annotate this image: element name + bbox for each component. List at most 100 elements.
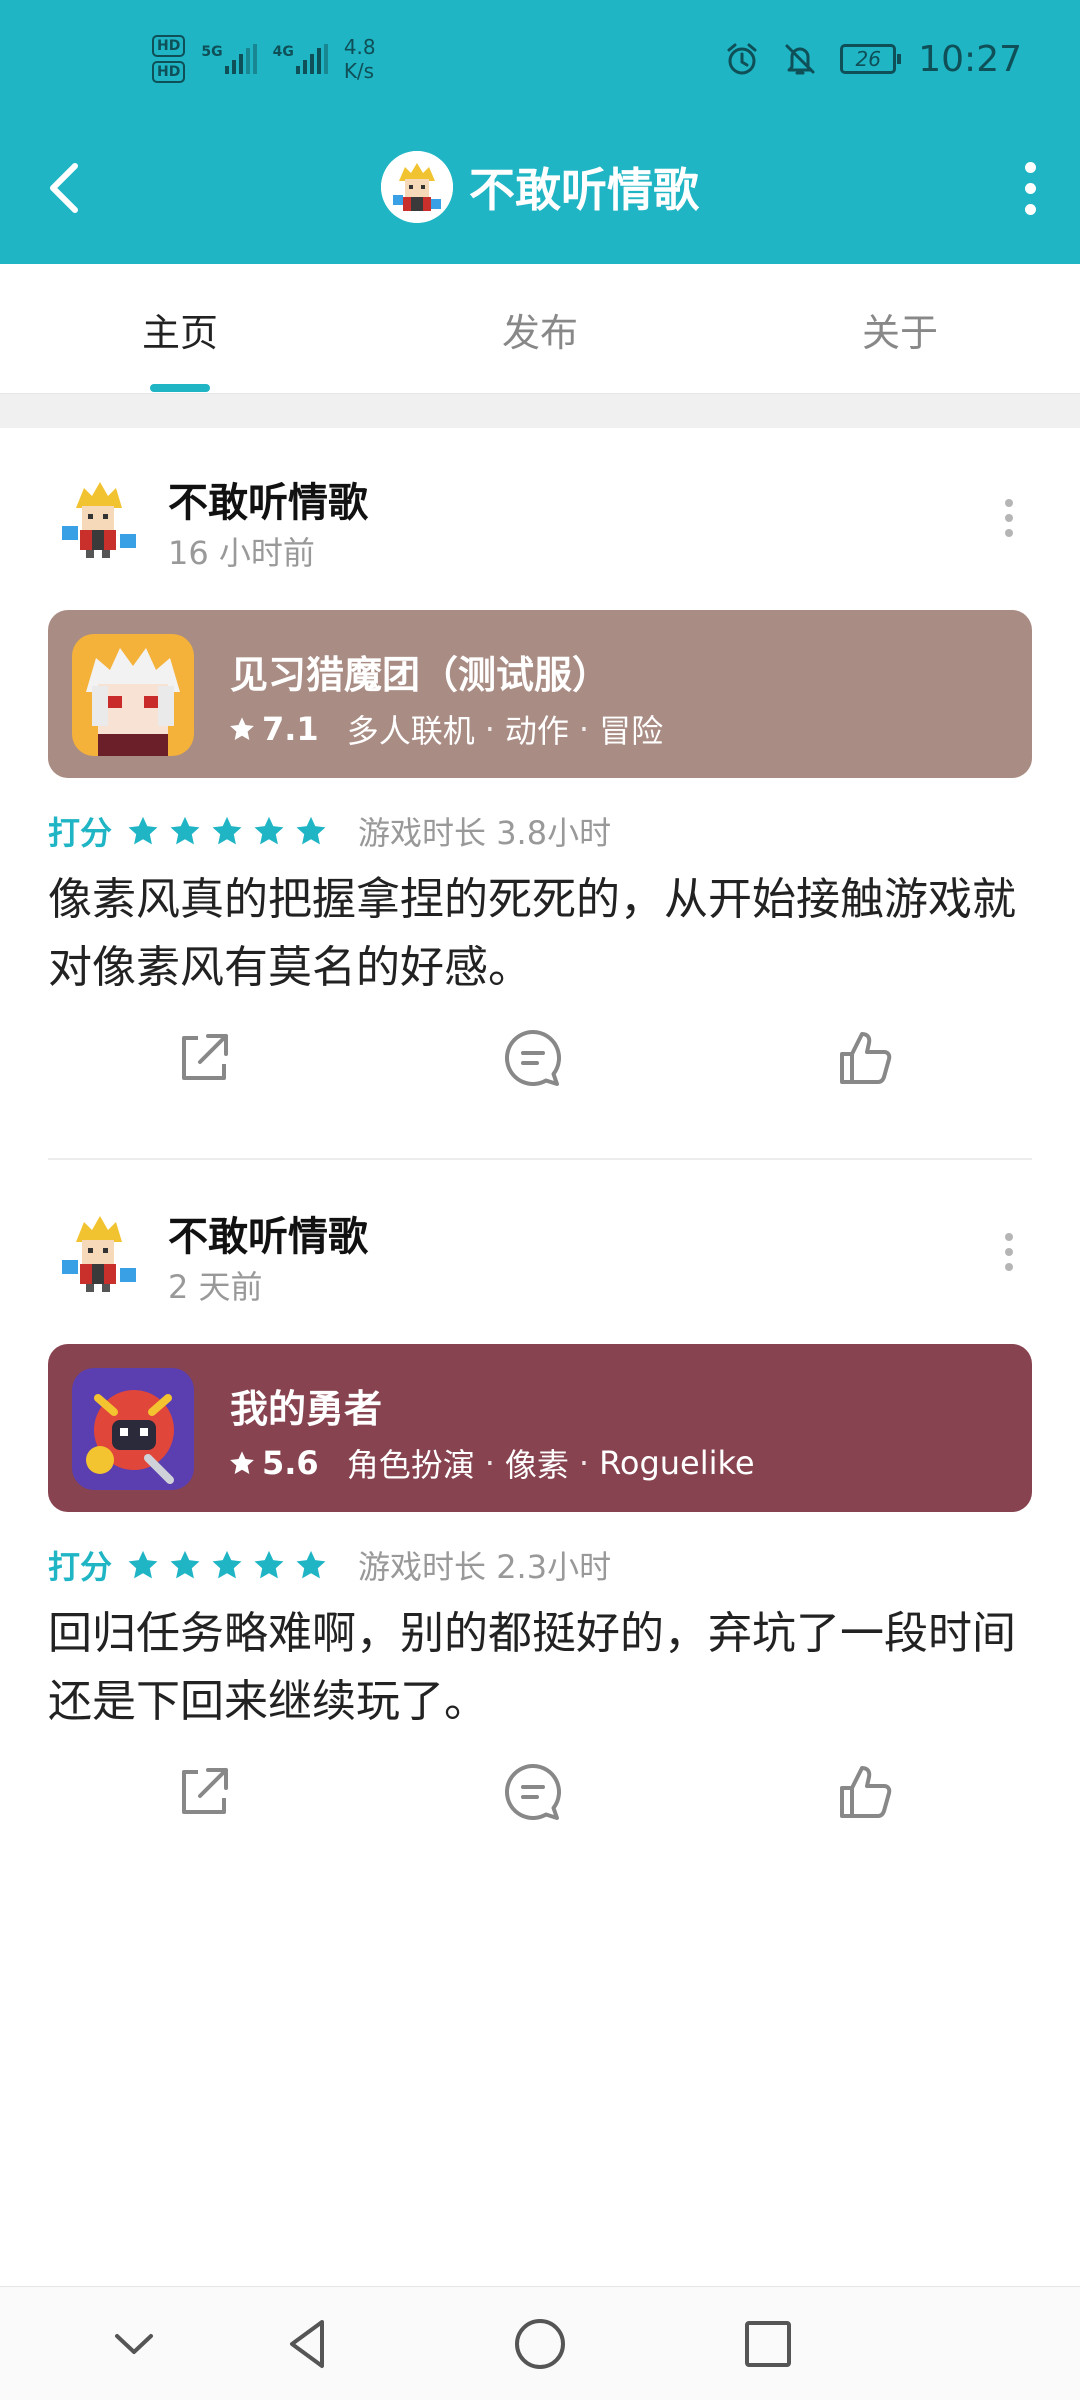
- game-name: 见习猎魔团（测试服）: [230, 653, 611, 697]
- username[interactable]: 不敢听情歌: [168, 1204, 368, 1262]
- game-tag: 多人联机: [346, 712, 475, 750]
- review-text[interactable]: 回归任务略难啊，别的都挺好的，弃坑了一段时间还是下回来继续玩了。: [48, 1600, 1032, 1736]
- comment-button[interactable]: [483, 1008, 583, 1108]
- battery-icon: 26: [840, 44, 902, 74]
- rating-row: 打分 游戏时长 2.3小时: [48, 1540, 611, 1590]
- post-more-button[interactable]: [994, 1224, 1024, 1280]
- status-left-group: HD HD 5G 4G 4.8 K/s: [152, 26, 376, 92]
- more-vertical-icon: [1005, 499, 1013, 507]
- game-rating: 7.1: [262, 710, 319, 748]
- post-divider: [48, 1158, 1032, 1160]
- tag-separator: ·: [578, 710, 590, 748]
- network-type-label: 4G: [272, 44, 294, 60]
- signal-bars-icon: [224, 44, 257, 74]
- review-post: 不敢听情歌 2 天前 我的勇者 5.6 角色扮演 · 像素 · Roguelik…: [0, 1162, 1080, 1862]
- comment-icon: [504, 1030, 561, 1086]
- tag-separator: ·: [484, 710, 495, 748]
- playtime: 游戏时长 2.3小时: [358, 1548, 612, 1586]
- tag-separator: ·: [578, 1444, 590, 1482]
- header-title-group: 不敢听情歌: [0, 142, 1080, 232]
- like-button[interactable]: [816, 1742, 916, 1842]
- game-meta: 5.6 角色扮演 · 像素 · Roguelike: [228, 1440, 755, 1486]
- tab-about[interactable]: 关于: [800, 264, 1000, 394]
- pixel-avatar-icon: [62, 1216, 136, 1292]
- more-options-button[interactable]: [1000, 148, 1060, 228]
- game-tag: 冒险: [599, 712, 664, 750]
- game-icon-art: [72, 1368, 194, 1490]
- game-icon: [72, 1368, 194, 1490]
- hd-badge-2: HD: [152, 61, 186, 83]
- star-icon: [212, 1550, 242, 1579]
- star-icon: [254, 816, 284, 845]
- share-icon: [182, 1768, 228, 1814]
- system-nav-bar: [0, 2286, 1080, 2400]
- share-button[interactable]: [154, 1008, 254, 1108]
- more-dot: [1005, 1248, 1013, 1256]
- rating-label: 打分: [48, 1548, 113, 1586]
- avatar[interactable]: [48, 468, 148, 568]
- app-top-bar: HD HD 5G 4G 4.8 K/s 26 10:27 不敢听情歌: [0, 0, 1080, 264]
- more-vertical-icon: [1005, 1233, 1013, 1241]
- nav-collapse-icon: [115, 2334, 153, 2354]
- game-name: 我的勇者: [230, 1387, 383, 1431]
- star-icon: [170, 1550, 200, 1579]
- signal-bars-icon: [295, 44, 328, 74]
- network-speed: 4.8 K/s: [344, 35, 376, 83]
- rating-label: 打分: [48, 814, 113, 852]
- hd-indicators: HD HD: [152, 35, 186, 83]
- nav-back-button[interactable]: [268, 2309, 348, 2379]
- star-icon: [128, 1550, 158, 1579]
- more-dot: [1024, 203, 1036, 215]
- tab-publish[interactable]: 发布: [440, 264, 640, 394]
- game-icon-art: [72, 634, 194, 756]
- comment-icon: [504, 1764, 561, 1820]
- more-dot: [1005, 514, 1013, 522]
- status-time: 10:27: [918, 38, 1022, 80]
- star-icon: [296, 1550, 326, 1579]
- network-speed-value: 4.8: [343, 35, 376, 59]
- pixel-avatar-icon: [381, 151, 453, 223]
- username[interactable]: 不敢听情歌: [168, 470, 368, 528]
- status-right-group: 26 10:27: [724, 32, 1022, 86]
- game-tag: 动作: [504, 712, 569, 750]
- post-actions: [0, 1008, 1080, 1108]
- game-tag: 角色扮演: [346, 1446, 475, 1484]
- star-icon: [296, 816, 326, 845]
- nav-recents-button[interactable]: [728, 2309, 808, 2379]
- app-header: 不敢听情歌: [0, 118, 1080, 264]
- section-gap: [0, 394, 1080, 428]
- network-speed-unit: K/s: [343, 59, 375, 83]
- nav-home-button[interactable]: [500, 2309, 580, 2379]
- tag-separator: ·: [484, 1444, 495, 1482]
- avatar[interactable]: [48, 1202, 148, 1302]
- profile-tabs: 主页 发布 关于: [0, 264, 1080, 394]
- alarm-icon: [727, 43, 757, 75]
- network-type-label: 5G: [201, 44, 223, 60]
- game-meta: 7.1 多人联机 · 动作 · 冒险: [228, 706, 663, 752]
- signal-4g: 4G: [273, 44, 328, 74]
- post-more-button[interactable]: [994, 490, 1024, 546]
- tab-home[interactable]: 主页: [80, 264, 280, 394]
- more-dot: [1005, 529, 1013, 537]
- game-icon: [72, 634, 194, 756]
- like-button[interactable]: [816, 1008, 916, 1108]
- rating-row: 打分 游戏时长 3.8小时: [48, 806, 611, 856]
- nav-back-icon: [290, 2320, 324, 2368]
- like-icon: [840, 1766, 892, 1818]
- hd-badge-1: HD: [152, 35, 186, 57]
- post-time: 2 天前: [168, 1268, 263, 1306]
- share-button[interactable]: [154, 1742, 254, 1842]
- comment-button[interactable]: [483, 1742, 583, 1842]
- nav-collapse-button[interactable]: [94, 2309, 174, 2379]
- page-title: 不敢听情歌: [469, 163, 699, 217]
- review-text[interactable]: 像素风真的把握拿捏的死死的，从开始接触游戏就对像素风有莫名的好感。: [48, 866, 1032, 1002]
- game-card[interactable]: 我的勇者 5.6 角色扮演 · 像素 · Roguelike: [48, 1344, 1032, 1512]
- more-dot: [1024, 182, 1036, 194]
- review-post: 不敢听情歌 16 小时前 见习猎魔团（测试服） 7.1 多人联机 · 动作 ·: [0, 428, 1080, 1128]
- star-icon: [254, 1550, 284, 1579]
- more-dot: [1005, 1263, 1013, 1271]
- status-bar: HD HD 5G 4G 4.8 K/s 26 10:27: [0, 0, 1080, 118]
- star-icon: [212, 816, 242, 845]
- game-card[interactable]: 见习猎魔团（测试服） 7.1 多人联机 · 动作 · 冒险: [48, 610, 1032, 778]
- star-icon: [230, 1451, 254, 1474]
